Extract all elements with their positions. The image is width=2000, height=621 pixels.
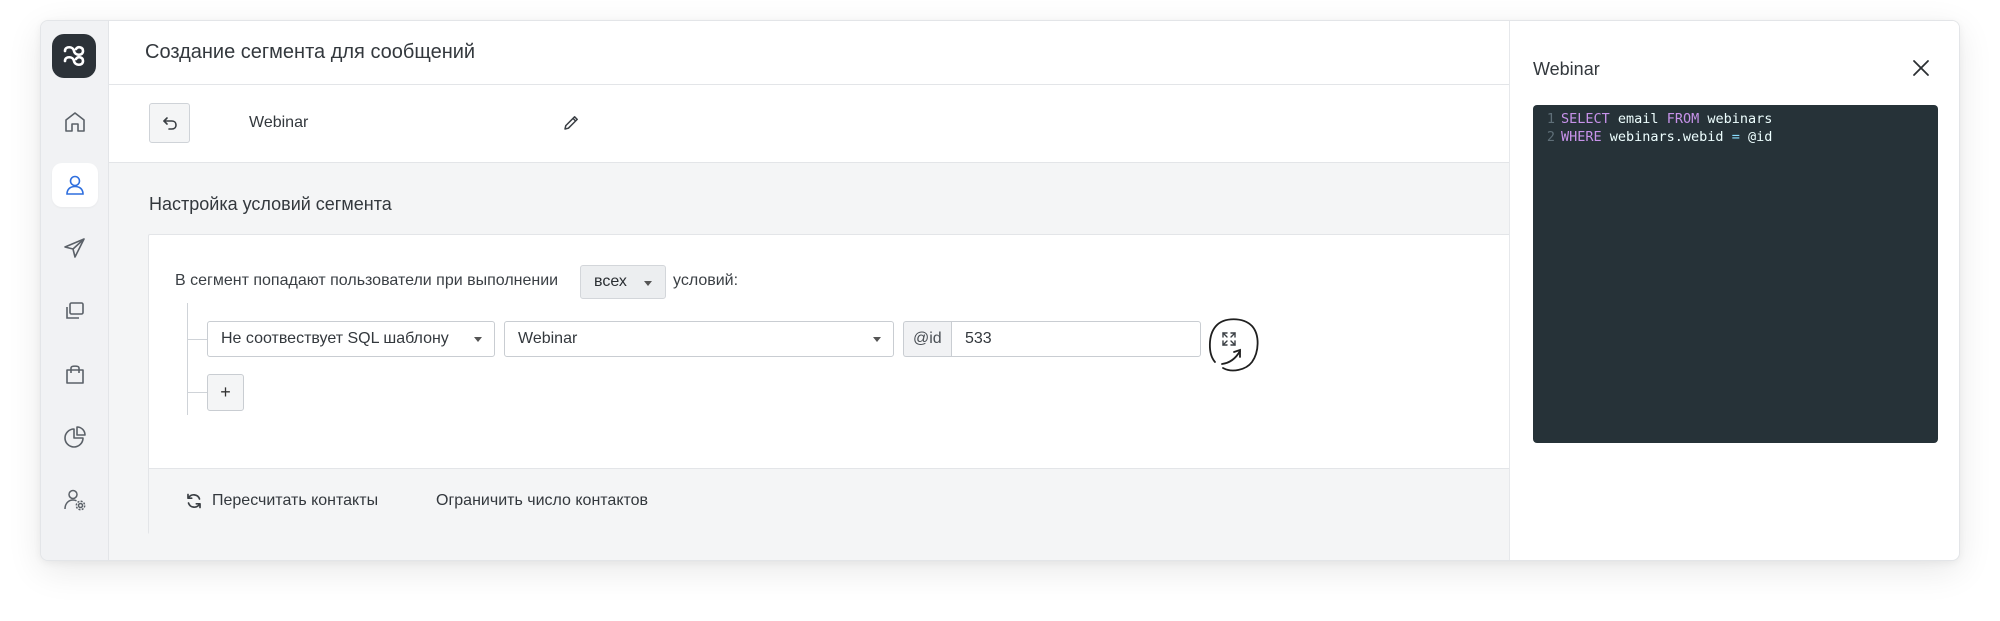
code-line: 1 SELECT email FROM webinars	[1533, 110, 1938, 128]
refresh-icon	[187, 493, 201, 509]
pencil-icon[interactable]	[561, 113, 581, 133]
bag-icon	[66, 365, 84, 384]
tree-line	[187, 303, 188, 415]
code-line: 2 WHERE webinars.webid = @id	[1533, 128, 1938, 146]
line-number: 2	[1546, 129, 1555, 145]
code-keyword: SELECT	[1561, 111, 1610, 127]
segment-name: Webinar	[249, 114, 309, 131]
pie-chart-icon	[64, 426, 86, 448]
close-icon[interactable]	[1909, 56, 1933, 80]
card-footer: Пересчитать контакты Ограничить число ко…	[149, 468, 1667, 534]
back-button[interactable]	[149, 103, 190, 143]
sidebar-item-users[interactable]	[52, 163, 98, 207]
caret-down-icon	[873, 337, 881, 342]
rule-suffix: условий:	[673, 272, 739, 289]
line-number: 1	[1546, 111, 1555, 127]
tree-branch	[187, 339, 207, 340]
sidebar-item-analytics[interactable]	[52, 415, 98, 459]
sql-preview-panel: Webinar 1 SELECT email FROM webinars 2 WHE…	[1509, 21, 1959, 560]
match-mode-value: всех	[594, 273, 627, 290]
sidebar-item-shop[interactable]	[52, 352, 98, 396]
condition-type-value: Не соотвествует SQL шаблону	[221, 330, 449, 347]
condition-type-select[interactable]: Не соотвествует SQL шаблону	[207, 321, 495, 357]
match-mode-select[interactable]: всех	[580, 265, 666, 299]
code-text: @id	[1739, 129, 1773, 145]
sidebar-item-messages[interactable]	[52, 226, 98, 270]
logo[interactable]	[52, 34, 96, 78]
home-icon	[65, 112, 85, 132]
limit-contacts-button[interactable]: Ограничить число контактов	[436, 492, 648, 510]
sidebar-item-templates[interactable]	[52, 289, 98, 333]
annotation-circle	[1208, 318, 1259, 372]
tree-branch	[187, 392, 207, 393]
undo-icon	[162, 117, 177, 130]
add-condition-button[interactable]: +	[207, 374, 244, 411]
sql-code-editor[interactable]: 1 SELECT email FROM webinars 2 WHERE webin…	[1533, 105, 1938, 443]
sidebar	[41, 21, 109, 560]
caret-down-icon	[644, 281, 652, 286]
conditions-card: В сегмент попадают пользователи при выпо…	[148, 234, 1668, 534]
user-icon	[66, 175, 84, 195]
recalc-contacts-button[interactable]: Пересчитать контакты	[185, 492, 378, 510]
code-text: webinars	[1699, 111, 1773, 127]
sidebar-item-home[interactable]	[52, 100, 98, 144]
recalc-label: Пересчитать контакты	[212, 492, 379, 509]
sql-template-select[interactable]: Webinar	[504, 321, 894, 357]
param-value-input[interactable]: 533	[951, 321, 1201, 357]
code-text: email	[1609, 111, 1667, 127]
app-window: Создание сегмента для сообщений Webinar …	[40, 20, 1960, 561]
section-title: Настройка условий сегмента	[149, 194, 392, 214]
code-text: webinars.webid	[1601, 129, 1732, 145]
code-keyword: FROM	[1666, 111, 1700, 127]
sidebar-item-account[interactable]	[52, 478, 98, 522]
send-icon	[64, 238, 85, 258]
rule-prefix: В сегмент попадают пользователи при выпо…	[175, 272, 559, 289]
sql-template-value: Webinar	[518, 330, 578, 347]
user-settings-icon	[64, 489, 86, 511]
panel-title: Webinar	[1533, 59, 1600, 79]
param-label: @id	[903, 321, 952, 357]
page-title: Создание сегмента для сообщений	[145, 41, 476, 63]
code-keyword: WHERE	[1561, 129, 1602, 145]
code-operator: =	[1731, 129, 1740, 145]
logo-icon	[63, 45, 85, 67]
copy-icon	[66, 302, 84, 319]
caret-down-icon	[474, 337, 482, 342]
